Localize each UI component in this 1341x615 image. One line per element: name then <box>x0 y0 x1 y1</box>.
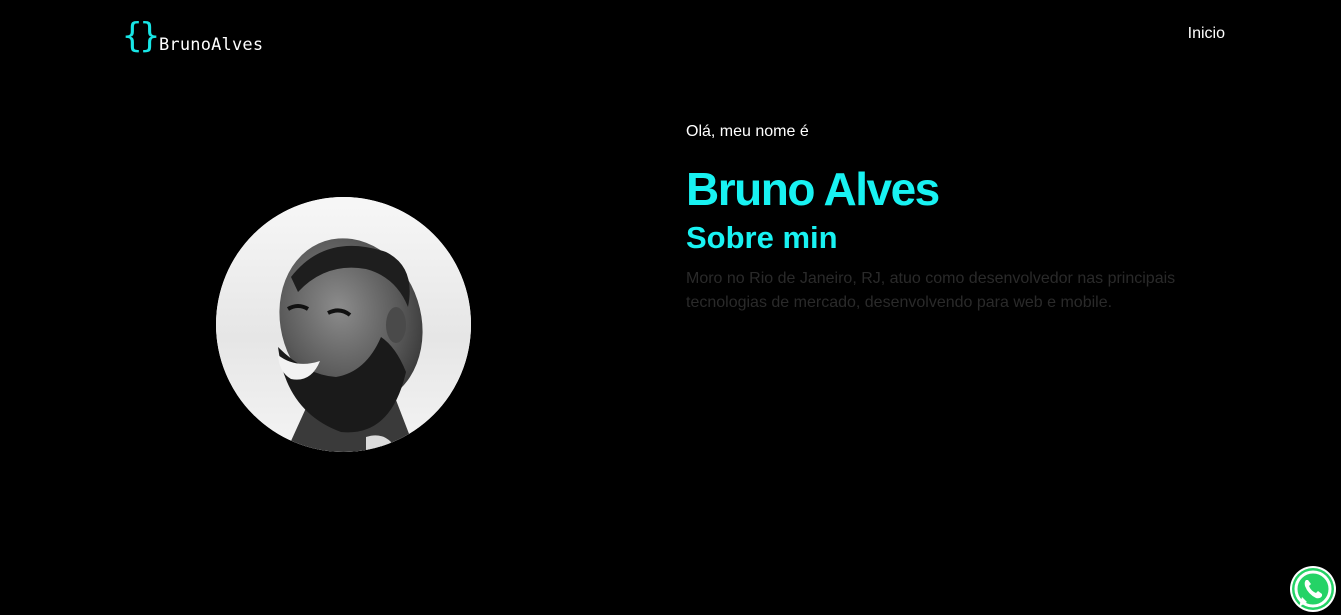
about-text: Moro no Rio de Janeiro, RJ, atuo como de… <box>686 270 1176 311</box>
hero-name: Bruno Alves <box>686 163 940 215</box>
profile-photo <box>216 197 471 452</box>
logo[interactable]: {} BrunoAlves <box>122 14 263 54</box>
logo-text: BrunoAlves <box>158 35 264 55</box>
nav-link-inicio[interactable]: Inicio <box>1188 25 1225 42</box>
whatsapp-icon <box>1292 568 1334 610</box>
hero-greeting: Olá, meu nome é <box>686 123 809 140</box>
logo-braces-icon: {} <box>122 16 160 56</box>
page: {} BrunoAlves Inicio Olá, meu nome é Bru… <box>0 0 1341 615</box>
main-nav: Inicio <box>1188 25 1225 43</box>
whatsapp-button[interactable] <box>1290 566 1336 612</box>
profile-photo-illustration <box>216 197 471 452</box>
hero-section: Olá, meu nome é Bruno Alves Sobre min Mo… <box>686 122 1206 315</box>
about-title: Sobre min <box>686 220 838 255</box>
